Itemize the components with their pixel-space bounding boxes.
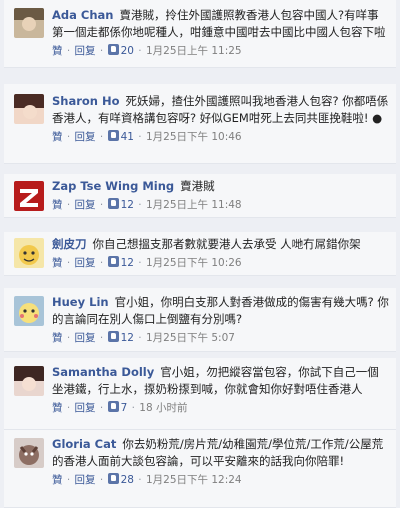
- comment-timestamp[interactable]: 1月25日下午 10:26: [146, 257, 242, 269]
- comment-item: Ada Chan 賣港賊，拎住外國護照教香港人包容中國人?有咩事第一個走都係你地呢…: [4, 0, 396, 68]
- meta-separator: ·: [138, 474, 142, 486]
- comment-item: 劍皮刀 你自己想搵支那者數就要港人去承受 人哋冇屌錯你架 贊 · 回复 · 12 …: [4, 232, 396, 276]
- like-count[interactable]: 7: [121, 402, 128, 414]
- thumbs-up-icon: [107, 130, 119, 141]
- comment-timestamp[interactable]: 1月25日上午 11:25: [146, 45, 242, 57]
- meta-separator: ·: [99, 131, 104, 143]
- comment-timestamp[interactable]: 18 小时前: [139, 402, 187, 414]
- comment-text: 賣港賊: [180, 179, 215, 193]
- comment-timestamp[interactable]: 1月25日上午 11:48: [146, 199, 242, 211]
- meta-separator: ·: [138, 131, 142, 143]
- comment-meta: 贊 · 回复 · 12 · 1月25日上午 11:48: [52, 197, 390, 214]
- comment-author[interactable]: 劍皮刀: [52, 237, 87, 251]
- like-count[interactable]: 20: [121, 45, 134, 57]
- meta-separator: ·: [66, 402, 71, 414]
- comment-author[interactable]: Gloria Cat: [52, 437, 116, 451]
- meta-separator: ·: [99, 474, 104, 486]
- comment-timestamp[interactable]: 1月25日下午 10:46: [146, 131, 242, 143]
- comment-meta: 贊 · 回复 · 20 · 1月25日上午 11:25: [52, 43, 390, 60]
- comment-item: Gloria Cat 你去奶粉荒/房片荒/幼稚園荒/學位荒/工作荒/公屋荒的香港人…: [4, 430, 396, 508]
- thumbs-up-icon: [107, 198, 119, 209]
- comment-meta: 贊 · 回复 · 41 · 1月25日下午 10:46: [52, 129, 390, 146]
- like-count[interactable]: 41: [121, 131, 134, 143]
- reply-link[interactable]: 回复: [75, 474, 96, 486]
- meta-separator: ·: [138, 257, 142, 269]
- meta-separator: ·: [66, 257, 71, 269]
- meta-separator: ·: [99, 402, 104, 414]
- reply-link[interactable]: 回复: [75, 199, 96, 211]
- thumbs-up-icon: [107, 473, 119, 484]
- meta-separator: ·: [99, 199, 104, 211]
- reply-link[interactable]: 回复: [75, 332, 96, 344]
- like-link[interactable]: 贊: [52, 45, 63, 57]
- comment-item: Sharon Ho 死妖婦，揸住外國護照叫我地香港人包容? 你都唔係香港人，有咩資…: [4, 84, 396, 164]
- meta-separator: ·: [66, 45, 71, 57]
- comment-author[interactable]: Samantha Dolly: [52, 365, 154, 379]
- meta-separator: ·: [99, 257, 104, 269]
- comment-author[interactable]: Zap Tse Wing Ming: [52, 179, 174, 193]
- comment-author[interactable]: Ada Chan: [52, 8, 113, 22]
- meta-separator: ·: [66, 131, 71, 143]
- avatar[interactable]: [14, 181, 44, 211]
- like-link[interactable]: 贊: [52, 257, 63, 269]
- meta-separator: ·: [138, 199, 142, 211]
- meta-separator: ·: [99, 332, 104, 344]
- like-link[interactable]: 贊: [52, 402, 63, 414]
- comment-author[interactable]: Sharon Ho: [52, 94, 120, 108]
- avatar[interactable]: [14, 94, 44, 124]
- like-count[interactable]: 28: [121, 474, 134, 486]
- reply-link[interactable]: 回复: [75, 45, 96, 57]
- comment-timestamp[interactable]: 1月25日下午 12:24: [146, 474, 242, 486]
- like-link[interactable]: 贊: [52, 199, 63, 211]
- avatar[interactable]: [14, 238, 44, 268]
- comment-item: Samantha Dolly 官小姐，勿把縱容當包容，你試下自己一個坐港鐵，行上水…: [4, 358, 396, 430]
- reply-link[interactable]: 回复: [75, 257, 96, 269]
- thumbs-up-icon: [107, 44, 119, 55]
- comment-item: Huey Lin 官小姐，你明白支那人對香港做成的傷害有幾大嗎? 你的言論同在別人…: [4, 288, 396, 352]
- comment-meta: 贊 · 回复 · 7 · 18 小时前: [52, 400, 390, 417]
- avatar[interactable]: [14, 8, 44, 38]
- like-link[interactable]: 贊: [52, 332, 63, 344]
- like-link[interactable]: 贊: [52, 131, 63, 143]
- meta-separator: ·: [66, 474, 71, 486]
- avatar[interactable]: [14, 296, 44, 326]
- meta-separator: ·: [99, 45, 104, 57]
- like-count[interactable]: 12: [121, 332, 134, 344]
- avatar[interactable]: [14, 366, 44, 396]
- comment-timestamp[interactable]: 1月25日下午 5:07: [146, 332, 235, 344]
- comment-thread: Ada Chan 賣港賊，拎住外國護照教香港人包容中國人?有咩事第一個走都係你地呢…: [0, 0, 400, 508]
- thumbs-up-icon: [107, 401, 119, 412]
- meta-separator: ·: [66, 199, 71, 211]
- meta-separator: ·: [131, 402, 135, 414]
- like-link[interactable]: 贊: [52, 474, 63, 486]
- meta-separator: ·: [66, 332, 71, 344]
- thumbs-up-icon: [107, 256, 119, 267]
- comment-item: Zap Tse Wing Ming 賣港賊 贊 · 回复 · 12 · 1月25日…: [4, 174, 396, 218]
- comment-text: 你自己想搵支那者數就要港人去承受 人哋冇屌錯你架: [92, 237, 361, 251]
- comment-author[interactable]: Huey Lin: [52, 295, 109, 309]
- comment-meta: 贊 · 回复 · 12 · 1月25日下午 5:07: [52, 330, 390, 347]
- meta-separator: ·: [138, 332, 142, 344]
- thumbs-up-icon: [107, 331, 119, 342]
- like-count[interactable]: 12: [121, 199, 134, 211]
- like-count[interactable]: 12: [121, 257, 134, 269]
- reply-link[interactable]: 回复: [75, 131, 96, 143]
- comment-meta: 贊 · 回复 · 28 · 1月25日下午 12:24: [52, 472, 390, 489]
- reply-link[interactable]: 回复: [75, 402, 96, 414]
- comment-meta: 贊 · 回复 · 12 · 1月25日下午 10:26: [52, 255, 390, 272]
- meta-separator: ·: [138, 45, 142, 57]
- avatar[interactable]: [14, 438, 44, 468]
